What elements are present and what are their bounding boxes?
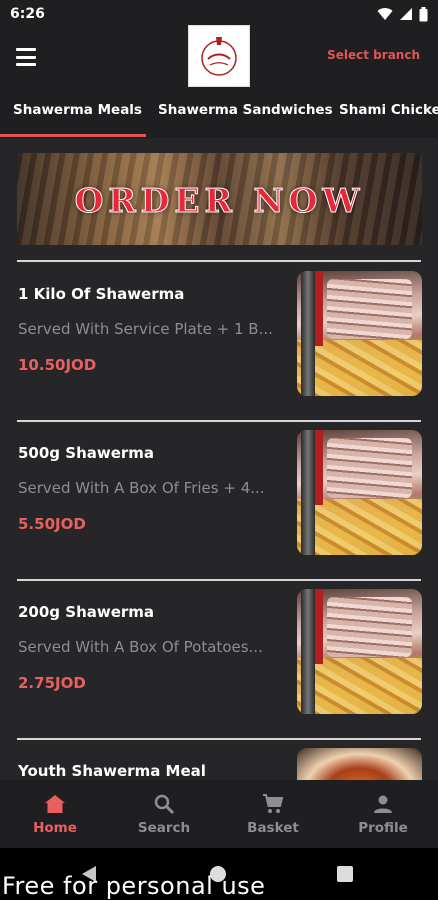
banner-text: ORDER NOW	[74, 181, 365, 221]
image-meat	[327, 279, 412, 339]
image-fries	[297, 498, 422, 555]
watermark: Free for personal use	[2, 872, 266, 900]
item-title: Youth Shawerma Meal	[18, 762, 206, 780]
image-meat	[327, 438, 412, 498]
nav-basket[interactable]: Basket	[223, 792, 323, 836]
order-now-banner[interactable]: ORDER NOW	[17, 153, 422, 245]
bottom-navigation: Home Search Basket Profile	[0, 780, 438, 848]
home-icon	[45, 795, 65, 813]
status-icons	[377, 6, 428, 22]
divider	[17, 260, 421, 262]
item-image	[297, 748, 422, 780]
nav-profile-label: Profile	[358, 820, 408, 836]
nav-home-label: Home	[33, 820, 77, 836]
category-tabs: Shawerma Meals Shawerma Sandwiches Shami…	[0, 88, 438, 138]
signal-icon	[400, 8, 412, 20]
list-item[interactable]: 1 Kilo Of Shawerma Served With Service P…	[0, 271, 438, 425]
item-description: Served With A Box Of Potatoes...	[18, 638, 263, 656]
restaurant-logo	[188, 25, 250, 87]
item-price: 5.50JOD	[18, 515, 86, 533]
image-fries	[297, 657, 422, 714]
item-description: Served With Service Plate + 1 B...	[18, 320, 273, 338]
menu-line	[16, 48, 36, 51]
item-image	[297, 589, 422, 714]
battery-icon	[419, 6, 428, 21]
image-spit	[301, 430, 315, 555]
divider	[17, 738, 421, 740]
item-price: 10.50JOD	[18, 356, 97, 374]
search-icon	[154, 794, 175, 815]
nav-search-label: Search	[137, 820, 191, 836]
status-time: 6:26	[10, 6, 45, 22]
menu-line	[16, 63, 36, 66]
nav-search[interactable]: Search	[114, 792, 214, 836]
divider	[17, 579, 421, 581]
app-bar: Select branch	[0, 25, 438, 88]
list-item[interactable]: 200g Shawerma Served With A Box Of Potat…	[0, 589, 438, 743]
image-spit	[301, 589, 315, 714]
logo-icon	[201, 37, 237, 76]
item-title: 200g Shawerma	[18, 603, 155, 621]
image-accent	[315, 589, 323, 664]
item-title: 1 Kilo Of Shawerma	[18, 285, 185, 303]
select-branch-button[interactable]: Select branch	[327, 48, 420, 62]
tab-shawerma-sandwiches[interactable]: Shawerma Sandwiches	[158, 102, 333, 118]
recents-icon[interactable]	[337, 866, 353, 882]
wifi-icon	[377, 8, 393, 20]
menu-list[interactable]: ORDER NOW 1 Kilo Of Shawerma Served With…	[0, 138, 438, 780]
divider	[17, 420, 421, 422]
status-bar: 6:26	[0, 0, 438, 28]
image-fries	[297, 339, 422, 396]
menu-line	[16, 55, 36, 59]
nav-home[interactable]: Home	[5, 792, 105, 836]
active-tab-indicator	[0, 134, 146, 137]
item-price: 2.75JOD	[18, 674, 86, 692]
image-spit	[301, 271, 315, 396]
image-meat	[327, 597, 412, 657]
nav-profile[interactable]: Profile	[333, 792, 433, 836]
list-item[interactable]: 500g Shawerma Served With A Box Of Fries…	[0, 430, 438, 584]
item-description: Served With A Box Of Fries + 4...	[18, 479, 265, 497]
item-title: 500g Shawerma	[18, 444, 155, 462]
nav-basket-label: Basket	[247, 820, 299, 836]
person-icon	[374, 795, 392, 813]
item-image	[297, 430, 422, 555]
tab-shami-chicken[interactable]: Shami Chicken	[339, 102, 438, 118]
cart-icon	[263, 794, 284, 813]
item-image	[297, 271, 422, 396]
image-accent	[315, 271, 323, 346]
list-item[interactable]: Youth Shawerma Meal	[0, 748, 438, 780]
image-accent	[315, 430, 323, 505]
menu-button[interactable]	[14, 45, 38, 69]
tab-shawerma-meals[interactable]: Shawerma Meals	[13, 102, 142, 118]
